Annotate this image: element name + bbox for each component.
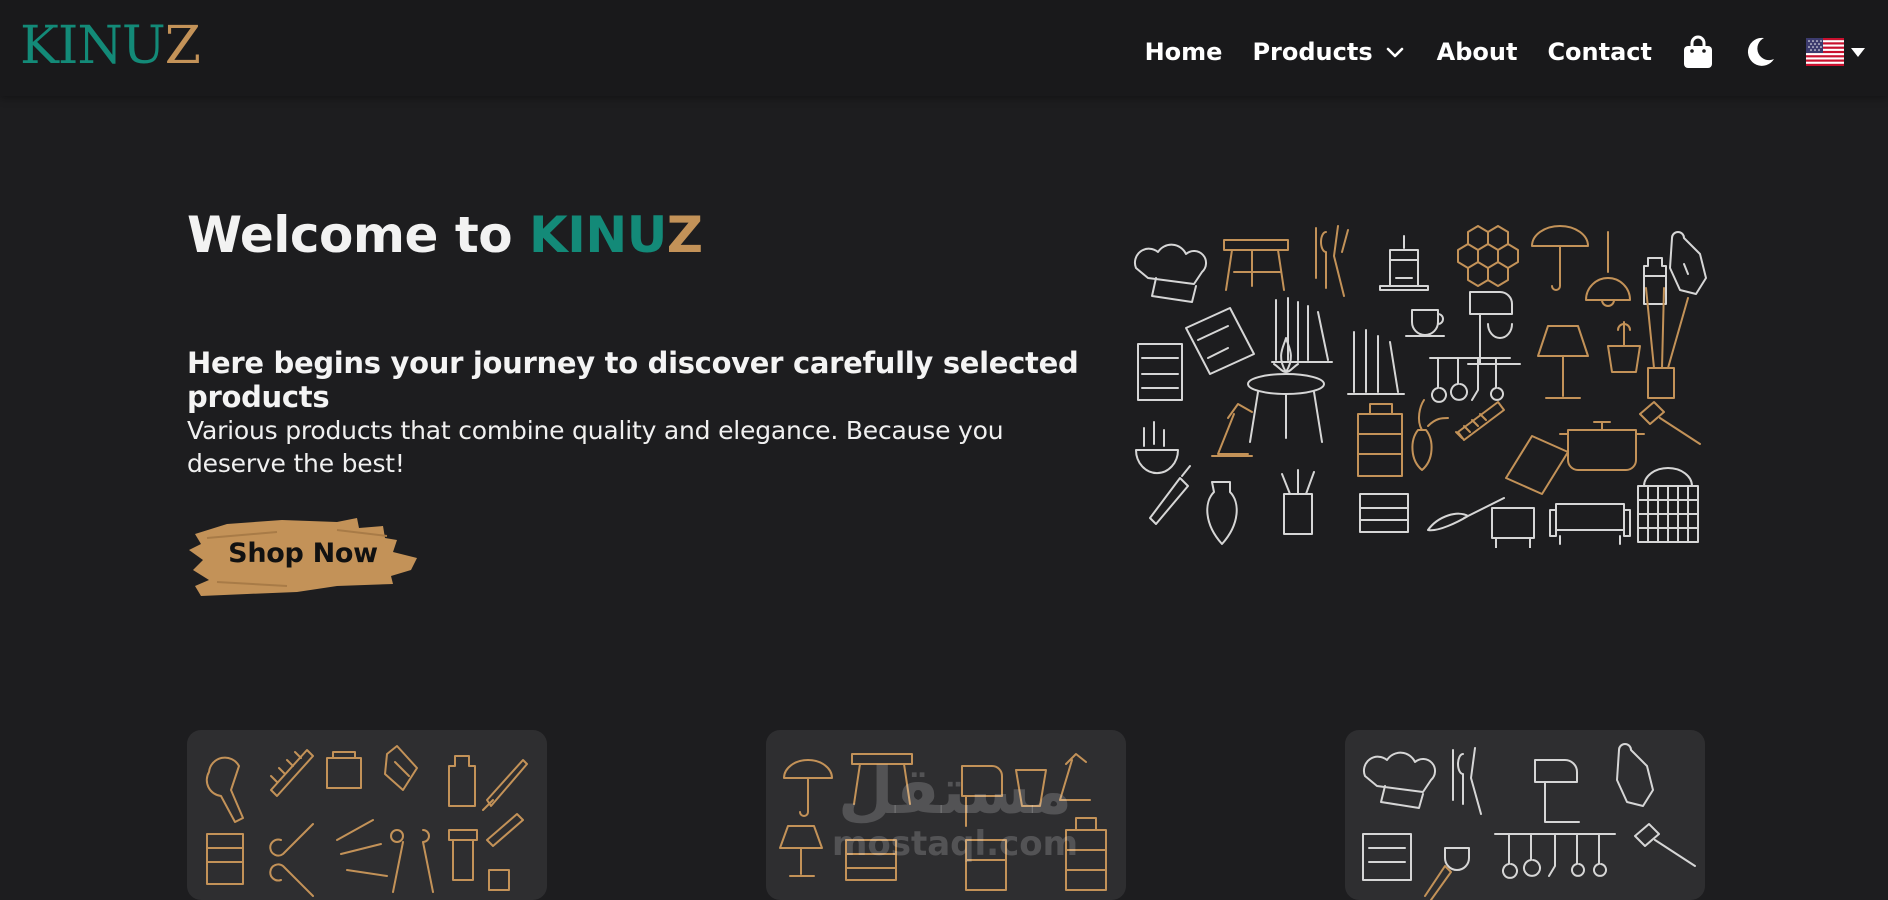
shop-now-button[interactable]: Shop Now [187,506,419,600]
nav-contact[interactable]: Contact [1547,38,1652,66]
moon-icon [1747,37,1774,66]
cart-button[interactable] [1682,34,1714,70]
nav-home[interactable]: Home [1145,38,1223,66]
category-card-personal-care[interactable] [187,730,547,900]
logo-part-b: Z [164,16,201,76]
hero-title-brand-b: Z [666,206,703,264]
kitchen-illustration [1362,743,1696,900]
category-card-home-decor[interactable] [766,730,1126,900]
hero-subtitle: Here begins your journey to discover car… [187,346,1079,414]
hero-description: Various products that combine quality an… [187,416,1004,478]
home-decor-illustration [779,753,1107,891]
shop-now-label: Shop Now [228,537,378,569]
nav-products-label: Products [1252,38,1373,66]
hero-title-prefix: Welcome to [187,206,513,264]
logo-part-a: KINU [20,16,166,76]
chevron-down-icon [1386,47,1403,58]
personal-care-illustration [205,745,528,897]
nav-contact-label: Contact [1547,38,1652,66]
nav-links: Home Products About Contact [1145,24,1866,80]
hero-title: Welcome to KINUZ [187,206,703,264]
theme-toggle[interactable] [1744,35,1776,69]
nav-about[interactable]: About [1437,38,1518,66]
hero-illustration [1133,225,1707,548]
category-card-kitchen[interactable] [1345,730,1705,900]
caret-down-icon [1851,48,1865,57]
nav-products-dropdown[interactable]: Products [1252,38,1406,66]
nav-about-label: About [1436,38,1518,66]
language-selector[interactable] [1806,38,1866,66]
hero-title-brand-a: KINU [529,206,667,264]
logo[interactable]: KINUZ [20,16,201,76]
nav-home-label: Home [1144,38,1223,66]
navbar: KINUZ Home Products About Contact [0,0,1888,96]
us-flag-icon [1806,38,1844,66]
shopping-bag-icon [1684,35,1712,68]
